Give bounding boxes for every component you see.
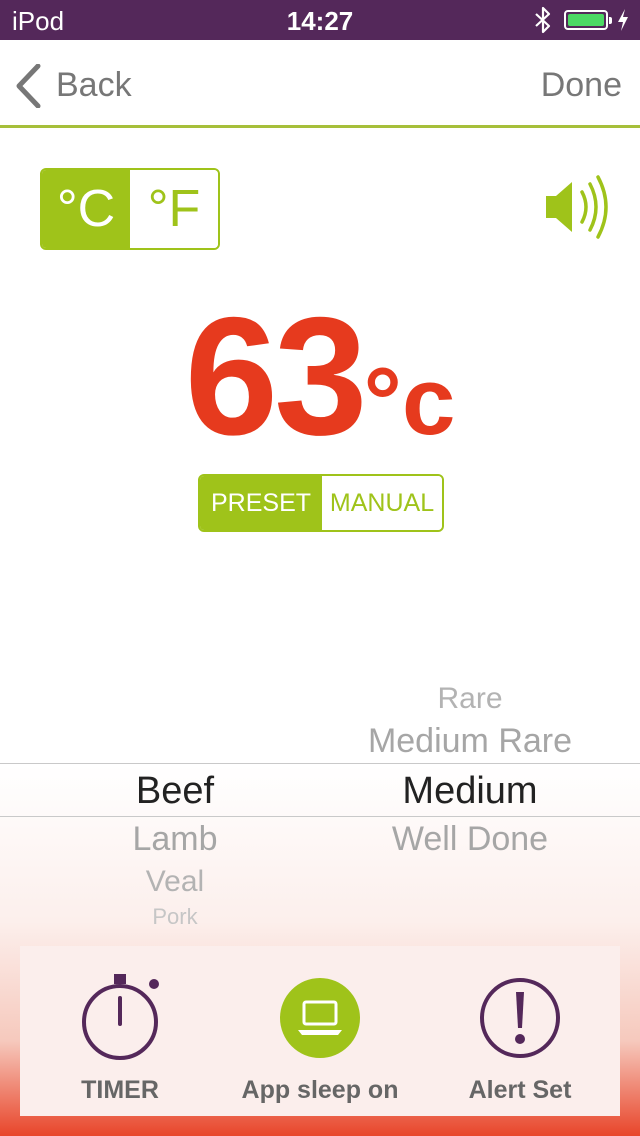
preset-option[interactable]: PRESET: [200, 476, 322, 530]
bluetooth-icon: [535, 6, 551, 34]
app-sleep-label: App sleep on: [241, 1076, 399, 1104]
manual-option[interactable]: MANUAL: [322, 476, 442, 530]
back-label: Back: [56, 66, 132, 104]
celsius-option[interactable]: °C: [42, 170, 130, 248]
timer-label: TIMER: [81, 1076, 159, 1104]
picker-selected-meat[interactable]: Beef: [40, 770, 310, 813]
exclamation-icon: [480, 978, 560, 1058]
picker-selection-bottom-line: [0, 816, 640, 817]
temperature-value: 63: [184, 282, 368, 470]
bottom-toolbar: TIMER App sleep on Alert Set: [20, 946, 620, 1116]
unit-toggle: °C °F: [40, 168, 220, 250]
status-bar: iPod 14:27: [0, 0, 640, 40]
chevron-left-icon: [16, 64, 41, 108]
done-button[interactable]: Done: [541, 66, 622, 105]
app-sleep-tab[interactable]: App sleep on: [220, 946, 420, 1116]
temperature-readout: 63°c: [0, 280, 640, 473]
picker-item-lamb[interactable]: Lamb: [40, 820, 310, 859]
laptop-icon: [280, 978, 360, 1058]
picker-item-veal[interactable]: Veal: [40, 865, 310, 899]
charging-icon: [618, 9, 628, 31]
speaker-icon[interactable]: [542, 174, 616, 240]
nav-bar: Back Done: [0, 40, 640, 128]
timer-tab[interactable]: TIMER: [20, 946, 220, 1116]
battery-icon: [564, 10, 612, 30]
alert-label: Alert Set: [468, 1076, 572, 1104]
picker-item-rare[interactable]: Rare: [320, 682, 620, 716]
fahrenheit-option[interactable]: °F: [130, 170, 218, 248]
stopwatch-icon: [82, 974, 159, 1060]
alert-tab[interactable]: Alert Set: [420, 946, 620, 1116]
picker-item-well-done[interactable]: Well Done: [320, 820, 620, 859]
picker-selected-doneness[interactable]: Medium: [320, 770, 620, 813]
picker-item-pork[interactable]: Pork: [40, 904, 310, 924]
temperature-unit: °c: [363, 348, 456, 455]
mode-toggle: PRESET MANUAL: [198, 474, 444, 532]
picker-selection-top-line: [0, 763, 640, 764]
picker-item-medium-rare[interactable]: Medium Rare: [320, 722, 620, 761]
